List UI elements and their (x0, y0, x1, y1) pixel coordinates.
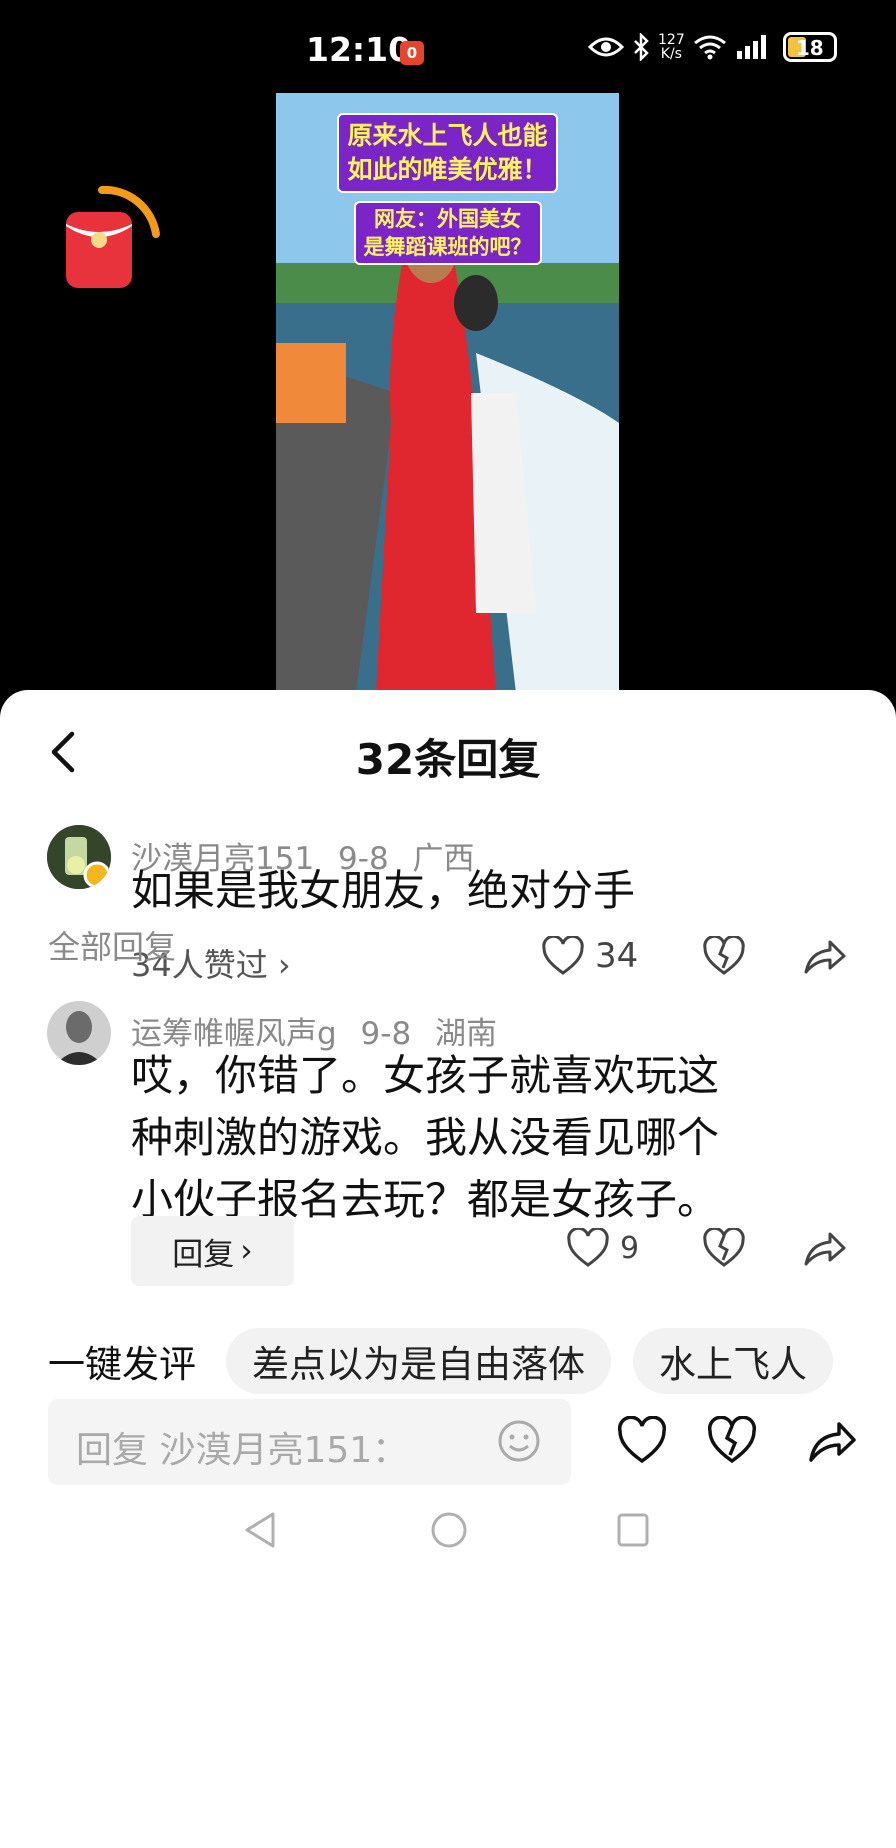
avatar[interactable] (47, 825, 111, 889)
avatar-image (47, 825, 111, 889)
record-badge: 0 (400, 41, 424, 65)
wifi-icon (693, 35, 726, 60)
reply-button[interactable]: 回复 › (131, 1216, 294, 1286)
heart-icon (542, 936, 584, 975)
like-count: 9 (620, 1230, 640, 1266)
net-speed: 127 K/s (658, 32, 685, 62)
chevron-right-icon: › (240, 1233, 253, 1269)
emoji-icon[interactable] (497, 1419, 541, 1463)
dislike-broken-heart-icon[interactable] (702, 936, 746, 976)
quick-comment-bar: 一键发评 差点以为是自由落体 水上飞人 (48, 1328, 833, 1394)
share-arrow-icon[interactable] (807, 1416, 857, 1466)
nav-back-icon[interactable] (243, 1510, 277, 1550)
comment-text[interactable]: 如果是我女朋友，绝对分手 (131, 860, 635, 922)
dislike-broken-heart-icon[interactable] (707, 1416, 757, 1466)
reply-input[interactable]: 回复 沙漠月亮151： (48, 1399, 571, 1485)
video-thumbnail[interactable]: 原来水上飞人也能 如此的唯美优雅！ 网友：外国美女 是舞蹈课班的吧？ (276, 93, 619, 693)
reply-text[interactable]: 哎，你错了。女孩子就喜欢玩这 种刺激的游戏。我从没看见哪个 小伙子报名去玩？都是… (131, 1045, 719, 1231)
quick-comment-chip[interactable]: 差点以为是自由落体 (226, 1328, 611, 1394)
avatar[interactable] (47, 1001, 111, 1065)
like-button[interactable]: 34 (541, 936, 638, 976)
heart-icon (567, 1228, 609, 1267)
avatar-image (47, 1001, 111, 1065)
system-nav-bar (0, 1510, 896, 1558)
status-bar: 12:10 0 127 K/s 18 (0, 0, 896, 104)
quick-comment-label: 一键发评 (48, 1343, 196, 1386)
quick-comment-chip[interactable]: 水上飞人 (633, 1328, 833, 1394)
nav-home-icon[interactable] (430, 1510, 468, 1550)
bluetooth-icon (634, 33, 649, 61)
video-caption-sub: 网友：外国美女 是舞蹈课班的吧？ (353, 201, 542, 265)
like-count: 34 (595, 936, 639, 976)
video-caption: 原来水上飞人也能 如此的唯美优雅！ 网友：外国美女 是舞蹈课班的吧？ (276, 113, 619, 265)
eye-icon (588, 37, 624, 57)
all-replies-label: 全部回复 (48, 928, 177, 966)
video-caption-main: 原来水上飞人也能 如此的唯美优雅！ (337, 113, 558, 193)
reply-input-placeholder: 回复 沙漠月亮151： (76, 1430, 409, 1471)
dislike-broken-heart-icon[interactable] (702, 1228, 746, 1268)
battery-indicator: 18 (782, 32, 837, 62)
chevron-right-icon: › (277, 946, 291, 984)
status-time: 12:10 (306, 30, 412, 69)
sheet-title: 32条回复 (355, 735, 541, 784)
red-packet-icon[interactable] (62, 182, 162, 292)
reply-sheet: 32条回复 沙漠月亮151 9-8 广西 如果是我女朋友，绝对分手 34人赞过 … (0, 690, 896, 1848)
nav-recents-icon[interactable] (616, 1510, 650, 1550)
status-icons: 127 K/s 18 (588, 32, 837, 62)
like-button[interactable]: 9 (566, 1228, 639, 1268)
share-arrow-icon[interactable] (802, 1228, 846, 1268)
share-arrow-icon[interactable] (802, 936, 846, 976)
signal-icon (736, 35, 766, 59)
like-heart-icon[interactable] (617, 1416, 667, 1466)
